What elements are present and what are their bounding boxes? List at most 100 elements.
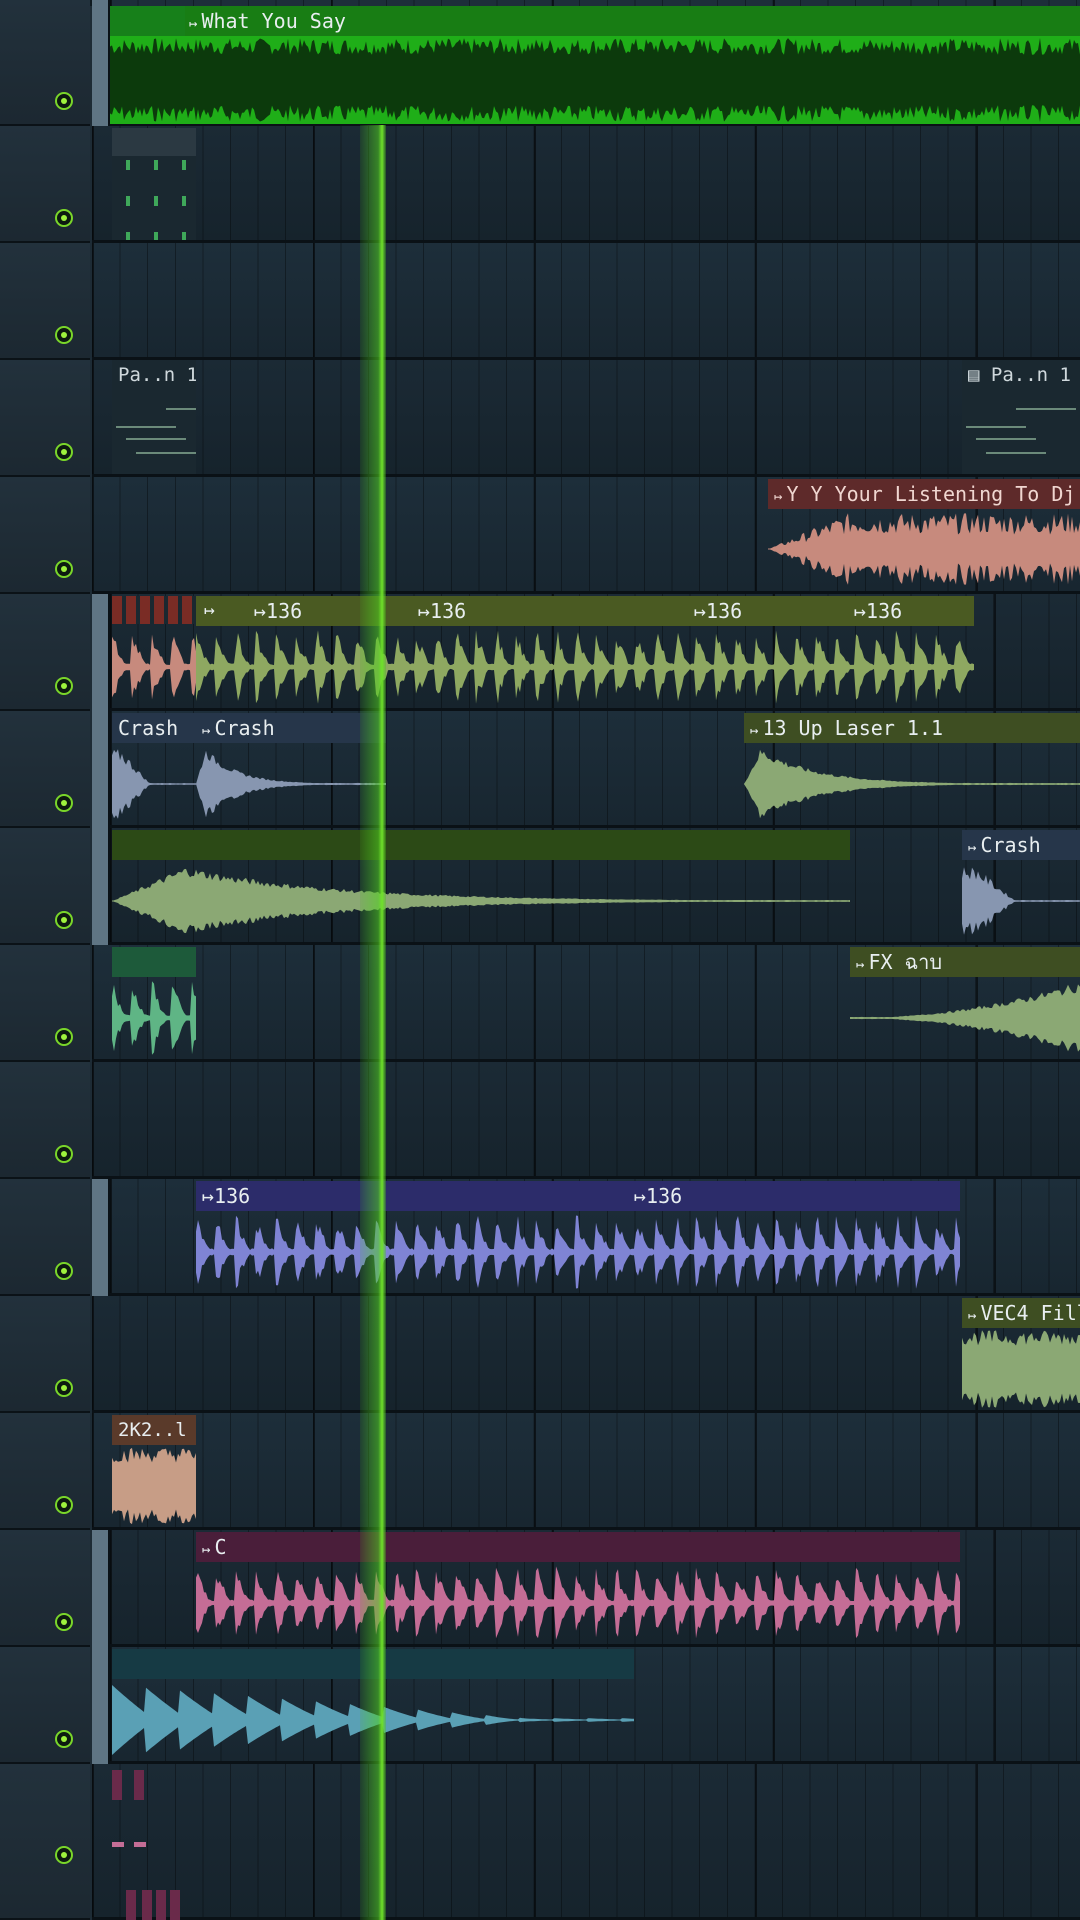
audio-clip-what-you-say[interactable]: ↦ What You Say (110, 6, 1080, 124)
track-header[interactable] (0, 1296, 90, 1413)
clip-label: 136 (866, 599, 903, 623)
clip-label: 13 Up Laser 1.1 (762, 716, 944, 740)
track-14: ↦ C (0, 1530, 1080, 1647)
track-header[interactable] (0, 945, 90, 1062)
track-select-bar[interactable] (92, 1530, 110, 1647)
clip-label: Crash (118, 716, 179, 740)
track-lane[interactable] (92, 360, 1080, 477)
mute-icon[interactable] (55, 1262, 73, 1280)
playlist-window: ↦ What You Say Pa..n 1 ▤ Pa..n 1 ↦ Y Y Y… (0, 0, 1080, 1920)
track-header[interactable] (0, 477, 90, 594)
track-header[interactable] (0, 828, 90, 945)
track-2 (0, 126, 1080, 243)
audio-clip-136-purple[interactable]: ↦136 ↦136 (196, 1181, 960, 1293)
mute-icon[interactable] (55, 794, 73, 812)
mute-icon[interactable] (55, 1846, 73, 1864)
audio-clip-arrow-icon: ↦ (204, 600, 215, 621)
track-lane[interactable] (92, 1296, 1080, 1413)
track-select-bar[interactable] (92, 0, 110, 126)
audio-clip-up-laser[interactable]: ↦ 13 Up Laser 1.1 (744, 713, 1080, 825)
track-16 (0, 1764, 1080, 1920)
audio-clip-arrow-icon: ↦ (968, 1308, 977, 1324)
waveform (112, 634, 196, 700)
track-lane[interactable] (92, 1764, 1080, 1920)
audio-clip-136-group[interactable]: ↦ ↦136 ↦136 ↦136 ↦136 (196, 596, 974, 708)
pattern-clip[interactable]: Pa..n 1 (112, 360, 196, 474)
audio-clip-crash[interactable]: ↦ Crash (196, 713, 386, 825)
track-8: ↦ Crash (0, 828, 1080, 945)
audio-clip-mint[interactable] (112, 947, 196, 1059)
track-select-bar[interactable] (92, 1647, 110, 1764)
mute-icon[interactable] (55, 92, 73, 110)
mute-icon[interactable] (55, 911, 73, 929)
track-header[interactable] (0, 1647, 90, 1764)
track-select-bar[interactable] (92, 1179, 110, 1296)
track-header[interactable] (0, 1413, 90, 1530)
track-6: ↦ ↦136 ↦136 ↦136 ↦136 (0, 594, 1080, 711)
audio-clip-c[interactable]: ↦ C (196, 1532, 960, 1644)
track-3 (0, 243, 1080, 360)
waveform (110, 38, 1080, 122)
mute-icon[interactable] (55, 1379, 73, 1397)
track-select-bar[interactable] (92, 711, 110, 828)
track-12: ↦ VEC4 Fill (0, 1296, 1080, 1413)
clip-label: Crash (214, 716, 275, 740)
audio-clip-dj-la[interactable]: ↦ Y Y Your Listening To Dj La (768, 479, 1080, 591)
waveform (962, 867, 1080, 935)
track-header[interactable] (0, 1530, 90, 1647)
audio-clip-arrow-icon: ↦ (634, 1184, 647, 1208)
pattern-icon: ▤ (968, 364, 991, 386)
mute-icon[interactable] (55, 1145, 73, 1163)
track-lane[interactable] (92, 126, 1080, 243)
audio-clip-arrow-icon: ↦ (750, 723, 759, 739)
audio-clip-crash[interactable]: ↦ Crash (962, 830, 1080, 942)
track-select-bar[interactable] (92, 828, 110, 945)
waveform (112, 1685, 634, 1755)
waveform (112, 868, 850, 934)
pattern-clip[interactable]: ▤ Pa..n 1 (962, 360, 1080, 474)
mute-icon[interactable] (55, 677, 73, 695)
track-select-bar[interactable] (92, 594, 110, 711)
mute-icon[interactable] (55, 1613, 73, 1631)
pattern-clip[interactable] (112, 128, 196, 240)
audio-clip-arrow-icon: ↦ (189, 16, 198, 32)
track-header[interactable] (0, 360, 90, 477)
waveform (196, 750, 386, 818)
clip-label: C (214, 1535, 227, 1559)
track-lane[interactable] (92, 243, 1080, 360)
mute-icon[interactable] (55, 209, 73, 227)
track-header[interactable] (0, 711, 90, 828)
mute-icon[interactable] (55, 326, 73, 344)
audio-clip-vec4-fill[interactable]: ↦ VEC4 Fill (962, 1298, 1080, 1410)
track-header[interactable] (0, 1764, 90, 1920)
audio-clip-teal[interactable] (112, 1649, 634, 1761)
waveform (962, 1330, 1080, 1408)
track-header[interactable] (0, 0, 90, 126)
track-15 (0, 1647, 1080, 1764)
audio-clip-sweep[interactable] (112, 830, 850, 942)
track-header[interactable] (0, 243, 90, 360)
audio-clip-crash[interactable]: Crash (112, 713, 196, 825)
clip-label: 136 (646, 1184, 683, 1208)
track-lane[interactable] (92, 1413, 1080, 1530)
audio-clip-salmon[interactable] (112, 596, 196, 708)
waveform (850, 984, 1080, 1052)
track-10 (0, 1062, 1080, 1179)
audio-clip-2k2[interactable]: 2K2..l 1 (112, 1415, 196, 1527)
mute-icon[interactable] (55, 1028, 73, 1046)
track-header[interactable] (0, 126, 90, 243)
mute-icon[interactable] (55, 1496, 73, 1514)
track-header[interactable] (0, 1062, 90, 1179)
mute-icon[interactable] (55, 560, 73, 578)
track-header[interactable] (0, 594, 90, 711)
audio-clip-fx[interactable]: ↦ FX ฉาบ (850, 947, 1080, 1059)
track-4: Pa..n 1 ▤ Pa..n 1 (0, 360, 1080, 477)
clip-label: 136 (430, 599, 467, 623)
clip-label: What You Say (201, 9, 346, 33)
mute-icon[interactable] (55, 1730, 73, 1748)
mute-icon[interactable] (55, 443, 73, 461)
clip-label: 136 (706, 599, 743, 623)
pattern-clip[interactable] (112, 1770, 196, 1920)
track-header[interactable] (0, 1179, 90, 1296)
track-lane[interactable] (92, 1062, 1080, 1179)
